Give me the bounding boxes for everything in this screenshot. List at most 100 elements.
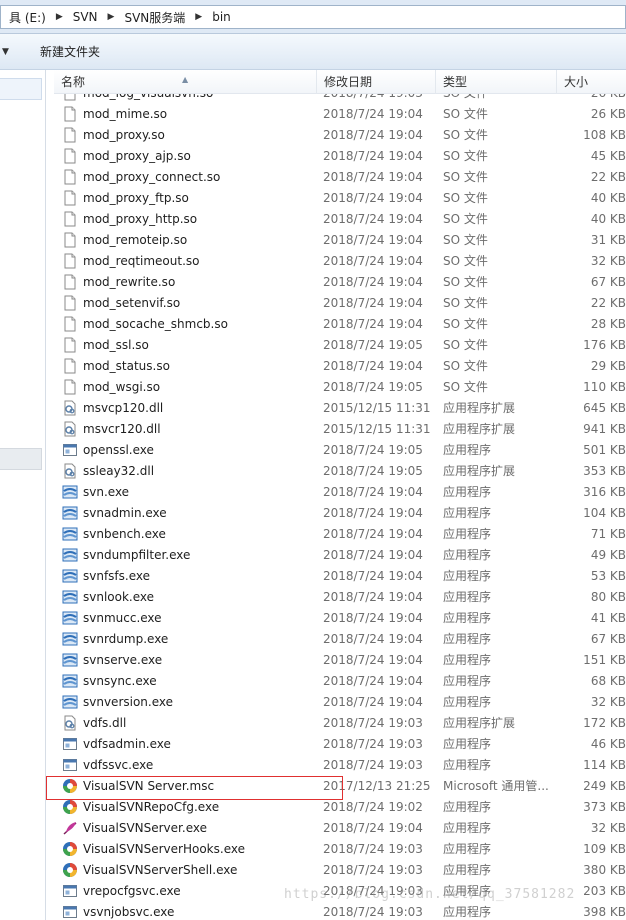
file-size: 68 KB [590,674,626,688]
file-size: 249 KB [583,779,626,793]
file-row[interactable]: vdfssvc.exe 2018/7/24 19:03 应用程序 114 KB [54,755,626,776]
file-row[interactable]: mod_ssl.so 2018/7/24 19:05 SO 文件 176 KB [54,335,626,356]
file-row[interactable]: mod_setenvif.so 2018/7/24 19:04 SO 文件 22 KB [54,293,626,314]
column-header-date[interactable]: 修改日期 [317,70,436,94]
file-row[interactable]: msvcp120.dll 2015/12/15 11:31 应用程序扩展 645 KB [54,398,626,419]
file-row[interactable]: svndumpfilter.exe 2018/7/24 19:04 应用程序 49 K… [54,545,626,566]
column-header: ▲ 名称 修改日期 类型 大小 [54,70,626,94]
file-name: mod_reqtimeout.so [83,254,200,268]
chevron-right-icon[interactable]: ▶ [191,12,206,22]
breadcrumb-svn[interactable]: SVN [67,10,104,24]
file-row[interactable]: mod_proxy.so 2018/7/24 19:04 SO 文件 108 KB [54,125,626,146]
file-name: mod_remoteip.so [83,233,188,247]
file-row[interactable]: mod_proxy_ajp.so 2018/7/24 19:04 SO 文件 45 K… [54,146,626,167]
navigation-pane[interactable] [0,70,46,920]
file-row[interactable]: svnversion.exe 2018/7/24 19:04 应用程序 32 KB [54,692,626,713]
file-type: 应用程序 [443,548,492,562]
chevron-right-icon[interactable]: ▶ [52,12,67,22]
breadcrumb-drive[interactable]: 具 (E:) [3,9,52,26]
file-row[interactable]: svnfsfs.exe 2018/7/24 19:04 应用程序 53 KB [54,566,626,587]
exe-icon [62,442,78,458]
file-row[interactable]: mod_remoteip.so 2018/7/24 19:04 SO 文件 31 KB [54,230,626,251]
file-row[interactable]: VisualSVN Server.msc 2017/12/13 21:25 Micr… [54,776,626,797]
file-type: 应用程序 [443,485,492,499]
file-type: SO 文件 [443,107,488,121]
file-type: SO 文件 [443,359,488,373]
file-row[interactable]: VisualSVNServerShell.exe 2018/7/24 19:03 应… [54,860,626,881]
file-row[interactable]: svnrdump.exe 2018/7/24 19:04 应用程序 67 KB [54,629,626,650]
file-row[interactable]: VisualSVNRepoCfg.exe 2018/7/24 19:02 应用程序 3… [54,797,626,818]
file-row[interactable]: mod_proxy_connect.so 2018/7/24 19:04 SO 文件… [54,167,626,188]
file-row[interactable]: svnbench.exe 2018/7/24 19:04 应用程序 71 KB [54,524,626,545]
file-row[interactable]: mod_reqtimeout.so 2018/7/24 19:04 SO 文件 32 … [54,251,626,272]
chevron-right-icon[interactable]: ▶ [104,12,119,22]
file-type: SO 文件 [443,296,488,310]
file-row[interactable]: msvcr120.dll 2015/12/15 11:31 应用程序扩展 941 KB [54,419,626,440]
file-size: 26 KB [559,94,626,104]
file-list[interactable]: mod_log_visualsvn.so 2018/7/24 19:03 SO 文件… [54,94,626,920]
file-date: 2018/7/24 19:04 [323,695,423,709]
file-row[interactable]: mod_proxy_http.so 2018/7/24 19:04 SO 文件 40 … [54,209,626,230]
file-size: 172 KB [583,716,626,730]
file-name: svnsync.exe [83,674,157,688]
file-row[interactable]: mod_status.so 2018/7/24 19:04 SO 文件 29 KB [54,356,626,377]
file-row[interactable]: svnserve.exe 2018/7/24 19:04 应用程序 151 KB [54,650,626,671]
file-row[interactable]: svnadmin.exe 2018/7/24 19:04 应用程序 104 KB [54,503,626,524]
file-row[interactable]: svnsync.exe 2018/7/24 19:04 应用程序 68 KB [54,671,626,692]
svn-exe-icon [62,484,78,500]
file-row[interactable]: ssleay32.dll 2018/7/24 19:05 应用程序扩展 353 KB [54,461,626,482]
file-row[interactable]: mod_wsgi.so 2018/7/24 19:05 SO 文件 110 KB [54,377,626,398]
column-header-name[interactable]: ▲ 名称 [54,70,317,94]
visualsvn-icon [62,862,78,878]
file-size: 176 KB [583,338,626,352]
file-row[interactable]: mod_log_visualsvn.so 2018/7/24 19:03 SO 文件… [54,94,626,104]
file-row[interactable]: vdfsadmin.exe 2018/7/24 19:03 应用程序 46 KB [54,734,626,755]
svn-exe-icon [62,568,78,584]
file-date: 2018/7/24 19:04 [323,485,423,499]
file-type: 应用程序扩展 [443,716,516,730]
address-bar[interactable]: 具 (E:) ▶ SVN ▶ SVN服务端 ▶ bin [0,5,626,29]
file-icon [62,358,78,374]
column-header-type[interactable]: 类型 [436,70,557,94]
file-name: svnmucc.exe [83,611,162,625]
file-size: 49 KB [590,548,626,562]
visualsvn-icon [62,799,78,815]
file-name: mod_mime.so [83,107,168,121]
file-row[interactable]: VisualSVNServerHooks.exe 2018/7/24 19:03 应… [54,839,626,860]
svn-exe-icon [62,673,78,689]
file-name: mod_proxy.so [83,128,165,142]
file-row[interactable]: svnmucc.exe 2018/7/24 19:04 应用程序 41 KB [54,608,626,629]
column-header-size[interactable]: 大小 [557,70,626,94]
svn-exe-icon [62,631,78,647]
file-row[interactable]: vsvnjobsvc.exe 2018/7/24 19:03 应用程序 398 KB [54,902,626,920]
dropdown-arrow-icon[interactable]: ▼ [2,47,9,57]
nav-item-selected[interactable] [0,448,42,470]
nav-item-hover[interactable] [0,78,42,100]
file-row[interactable]: mod_mime.so 2018/7/24 19:04 SO 文件 26 KB [54,104,626,125]
file-name: vdfsadmin.exe [83,737,171,751]
breadcrumb-svn-server[interactable]: SVN服务端 [118,9,191,26]
file-row[interactable]: mod_rewrite.so 2018/7/24 19:04 SO 文件 67 KB [54,272,626,293]
file-row[interactable]: openssl.exe 2018/7/24 19:05 应用程序 501 KB [54,440,626,461]
file-row[interactable]: mod_socache_shmcb.so 2018/7/24 19:04 SO 文件… [54,314,626,335]
file-date: 2018/7/24 19:04 [323,128,423,142]
file-name: mod_proxy_ftp.so [83,191,189,205]
file-name: msvcp120.dll [83,401,164,415]
file-row[interactable]: svnlook.exe 2018/7/24 19:04 应用程序 80 KB [54,587,626,608]
breadcrumb-bin[interactable]: bin [206,10,237,24]
dll-icon [62,400,78,416]
file-row[interactable]: VisualSVNServer.exe 2018/7/24 19:04 应用程序 32… [54,818,626,839]
file-row[interactable]: mod_proxy_ftp.so 2018/7/24 19:04 SO 文件 40 K… [54,188,626,209]
file-date: 2018/7/24 19:04 [323,569,423,583]
file-size: 41 KB [590,611,626,625]
file-name: mod_ssl.so [83,338,149,352]
file-size: 114 KB [583,758,626,772]
address-bar-area: 具 (E:) ▶ SVN ▶ SVN服务端 ▶ bin [0,0,626,34]
file-row[interactable]: vdfs.dll 2018/7/24 19:03 应用程序扩展 172 KB [54,713,626,734]
dll-icon [62,421,78,437]
file-icon [62,148,78,164]
file-row[interactable]: svn.exe 2018/7/24 19:04 应用程序 316 KB [54,482,626,503]
file-date: 2018/7/24 19:04 [323,254,423,268]
new-folder-button[interactable]: 新建文件夹 [34,43,106,61]
file-type: 应用程序扩展 [443,422,516,436]
